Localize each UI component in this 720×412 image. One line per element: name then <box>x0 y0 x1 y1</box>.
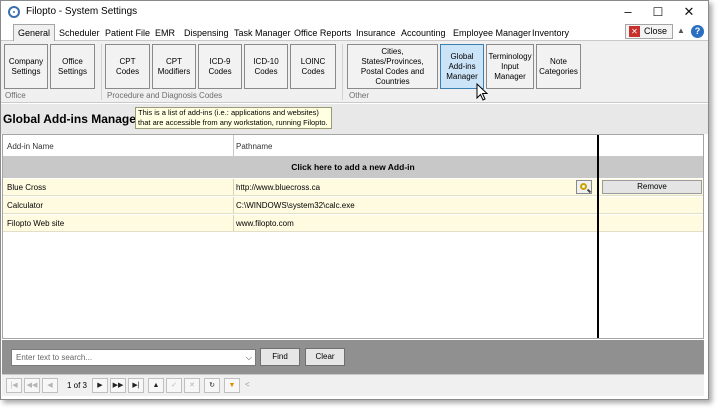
loinc-codes-button[interactable]: LOINC Codes <box>290 44 336 89</box>
group-label-office: Office <box>5 91 26 100</box>
cell-separator <box>233 197 234 213</box>
clear-button[interactable]: Clear <box>305 348 345 366</box>
last-page-icon[interactable]: ▶| <box>128 378 144 393</box>
page-title: Global Add-ins Manager <box>3 112 141 126</box>
search-placeholder: Enter text to search... <box>16 353 93 362</box>
search-bar: Enter text to search... ⌵ Find Clear <box>2 340 704 374</box>
info-tooltip: This is a list of add-ins (i.e.: applica… <box>135 107 332 129</box>
close-icon: ✕ <box>629 26 640 37</box>
add-in-name-cell: Filopto Web site <box>7 219 65 228</box>
tab-patient-file[interactable]: Patient File <box>101 26 154 41</box>
company-settings-button[interactable]: Company Settings <box>4 44 48 89</box>
search-input[interactable]: Enter text to search... ⌵ <box>11 349 256 366</box>
cities-states-postal-codes-button[interactable]: Cities, States/Provinces, Postal Codes a… <box>347 44 438 89</box>
filter-icon[interactable]: ▼ <box>224 378 240 393</box>
tab-scheduler[interactable]: Scheduler <box>55 26 104 41</box>
info-line-2: that are accessible from any workstation… <box>138 118 328 127</box>
office-settings-button[interactable]: Office Settings <box>50 44 95 89</box>
group-separator <box>101 44 102 100</box>
tab-accounting[interactable]: Accounting <box>397 26 450 41</box>
help-icon[interactable]: ? <box>691 25 704 38</box>
info-line-1: This is a list of add-ins (i.e.: applica… <box>138 108 319 117</box>
pathname-cell: http://www.bluecross.ca <box>236 183 321 192</box>
close-button-label: Close <box>644 26 668 36</box>
next-page-icon[interactable]: ▶ <box>92 378 108 393</box>
remove-button[interactable]: Remove <box>602 180 702 194</box>
chevron-down-icon[interactable]: ⌵ <box>246 350 252 365</box>
tab-bar: General Scheduler Patient File EMR Dispe… <box>1 23 708 42</box>
window-close-button[interactable]: ✕ <box>674 1 704 23</box>
group-label-procedure-diagnosis: Procedure and Diagnosis Codes <box>107 91 223 100</box>
browse-path-button[interactable] <box>576 180 592 194</box>
system-settings-window: Filopto - System Settings – ☐ ✕ General … <box>0 0 709 400</box>
find-button[interactable]: Find <box>260 348 300 366</box>
move-up-icon[interactable]: ▲ <box>148 378 164 393</box>
tab-insurance[interactable]: Insurance <box>352 26 400 41</box>
group-separator <box>342 44 343 100</box>
scroll-left-icon[interactable]: < <box>245 380 250 389</box>
group-label-other: Other <box>349 91 370 100</box>
cell-separator <box>233 215 234 231</box>
note-categories-button[interactable]: Note Categories <box>536 44 581 89</box>
pager: |◀ ◀◀ ◀ 1 of 3 ▶ ▶▶ ▶| ▲ ✓ ✕ ↻ ▼ < <box>2 374 704 396</box>
tab-emr[interactable]: EMR <box>151 26 179 41</box>
tab-general[interactable]: General <box>13 24 56 42</box>
magnifier-icon <box>580 183 587 190</box>
column-header-add-in-name[interactable]: Add-in Name <box>7 142 54 151</box>
cancel-edit-icon[interactable]: ✕ <box>184 378 200 393</box>
window-title: Filopto - System Settings <box>26 6 138 17</box>
mouse-cursor-icon <box>476 83 488 101</box>
column-separator <box>233 135 234 157</box>
cell-separator <box>233 179 234 195</box>
cpt-modifiers-button[interactable]: CPT Modifiers <box>152 44 196 89</box>
column-divider <box>597 135 599 338</box>
tab-inventory[interactable]: Inventory <box>528 26 573 41</box>
column-header-pathname[interactable]: Pathname <box>236 142 272 151</box>
next-page-group-icon[interactable]: ▶▶ <box>110 378 126 393</box>
add-in-name-cell: Blue Cross <box>7 183 47 192</box>
pathname-cell: C:\WINDOWS\system32\calc.exe <box>236 201 355 210</box>
minimize-button[interactable]: – <box>613 1 643 23</box>
collapse-ribbon-icon[interactable]: ▲ <box>677 26 685 35</box>
page-indicator: 1 of 3 <box>66 381 87 390</box>
pathname-cell: www.filopto.com <box>236 219 294 228</box>
tab-office-reports[interactable]: Office Reports <box>290 26 355 41</box>
previous-page-icon[interactable]: ◀ <box>42 378 58 393</box>
maximize-button[interactable]: ☐ <box>643 1 673 23</box>
terminology-input-manager-button[interactable]: Terminology Input Manager <box>486 44 534 89</box>
icd-10-codes-button[interactable]: ICD-10 Codes <box>244 44 288 89</box>
tab-dispensing[interactable]: Dispensing <box>180 26 233 41</box>
tab-employee-manager[interactable]: Employee Manager <box>449 26 535 41</box>
tab-task-manager[interactable]: Task Manager <box>230 26 295 41</box>
cpt-codes-button[interactable]: CPT Codes <box>105 44 150 89</box>
check-icon[interactable]: ✓ <box>166 378 182 393</box>
filopto-logo-icon <box>8 6 20 18</box>
page-header: Global Add-ins Manager This is a list of… <box>1 104 708 134</box>
add-in-name-cell: Calculator <box>7 201 44 210</box>
add-ins-grid: Add-in Name Pathname Click here to add a… <box>2 134 704 339</box>
first-page-icon[interactable]: |◀ <box>6 378 22 393</box>
icd-9-codes-button[interactable]: ICD-9 Codes <box>198 44 242 89</box>
refresh-icon[interactable]: ↻ <box>204 378 220 393</box>
close-settings-button[interactable]: ✕ Close <box>625 24 673 39</box>
title-bar: Filopto - System Settings – ☐ ✕ <box>1 1 708 23</box>
ribbon: Company Settings Office Settings Office … <box>1 41 708 103</box>
previous-page-group-icon[interactable]: ◀◀ <box>24 378 40 393</box>
